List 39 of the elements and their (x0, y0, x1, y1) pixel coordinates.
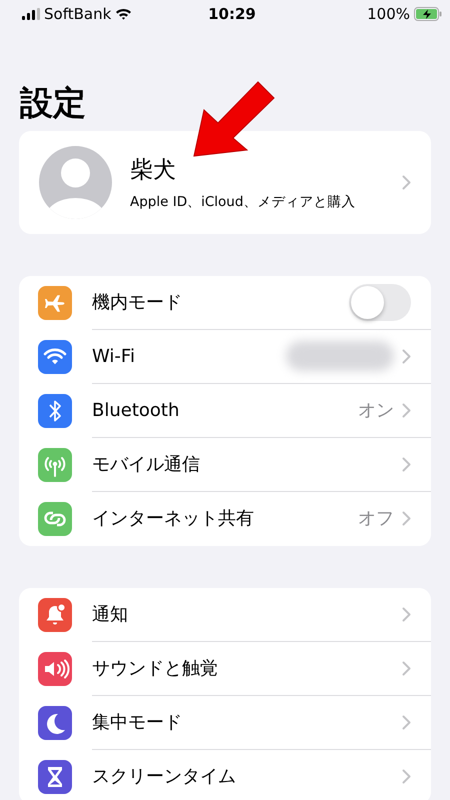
settings-row[interactable]: Bluetooth オン (19, 384, 431, 438)
chevron-icon (402, 348, 411, 364)
settings-row[interactable]: サウンドと触覚 (19, 642, 431, 696)
chevron-icon (402, 174, 411, 190)
setting-value: オン (358, 398, 394, 423)
setting-label: スクリーンタイム (92, 765, 237, 790)
chevron-icon (402, 456, 411, 472)
chevron-icon (402, 769, 411, 784)
page-title: 設定 (20, 82, 86, 124)
clock-time: 10:29 (207, 4, 257, 25)
toggle-switch[interactable] (349, 284, 411, 321)
setting-value: オフ (358, 507, 394, 532)
battery-percentage: 100% (367, 4, 410, 25)
setting-label: 機内モード (92, 290, 183, 315)
chevron-icon (402, 606, 411, 622)
settings-row[interactable]: 通知 (19, 588, 431, 642)
setting-label: サウンドと触覚 (92, 656, 219, 681)
setting-label: Wi-Fi (92, 344, 136, 369)
settings-row[interactable]: スクリーンタイム (19, 750, 431, 800)
settings-row[interactable]: Wi-Fi (19, 330, 431, 384)
chevron-icon (402, 714, 411, 730)
setting-label: インターネット共有 (92, 507, 255, 532)
avatar-icon (39, 146, 112, 219)
setting-label: 集中モード (92, 710, 183, 735)
profile-subtitle: Apple ID、iCloud、メディアと購入 (130, 192, 356, 212)
settings-row[interactable]: 集中モード (19, 696, 431, 750)
profile-card[interactable]: 柴犬 Apple ID、iCloud、メディアと購入 (19, 130, 431, 234)
signal-icon (22, 8, 40, 20)
settings-row[interactable]: モバイル通信 (19, 438, 431, 492)
chevron-icon (402, 402, 411, 418)
setting-label: モバイル通信 (92, 452, 201, 477)
wifi-icon (115, 8, 132, 20)
chevron-icon (402, 511, 411, 526)
profile-name: 柴犬 (130, 156, 177, 186)
carrier-name: SoftBank (44, 4, 112, 25)
setting-label: 通知 (92, 602, 129, 627)
settings-row[interactable]: インターネット共有 オフ (19, 492, 431, 546)
setting-label: Bluetooth (92, 398, 180, 423)
chevron-icon (402, 660, 411, 676)
